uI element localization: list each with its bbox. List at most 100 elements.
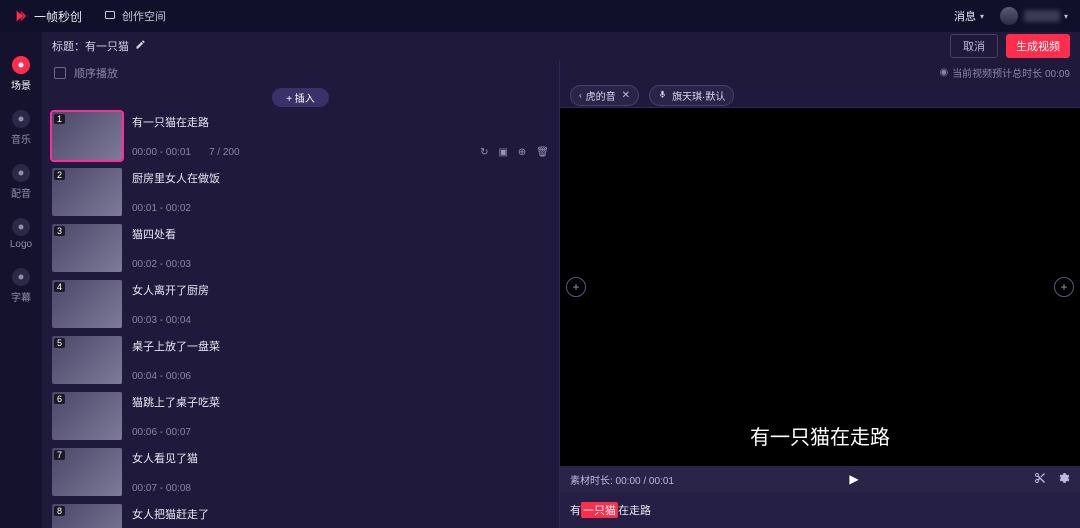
sidebar-item-label: 配音 [11,185,31,200]
app-name: 一帧秒创 [34,8,82,25]
caption-text-highlight: 一只猫 [581,502,618,518]
voice-icon [12,164,30,182]
scene-thumbnail[interactable]: 4 [52,280,122,328]
subtitle-icon [12,268,30,286]
prev-scene-button[interactable]: + [566,277,586,297]
cut-icon[interactable] [1034,472,1046,487]
user-menu[interactable]: ▾ [996,7,1068,25]
title-value: 有一只猫 [85,38,129,54]
scene-thumbnail[interactable]: 8 [52,504,122,528]
caption-text-pre: 有 [570,502,581,518]
sound-chip-label: 虎的音 [586,88,616,103]
scene-thumbnail[interactable]: 3 [52,224,122,272]
edit-title-icon[interactable] [135,39,146,53]
sidebar-item-label: 音乐 [11,131,31,146]
generate-button[interactable]: 生成视频 [1006,34,1070,58]
chevron-left-icon: ‹ [579,91,582,100]
title-prefix: 标题： [52,38,85,54]
scene-thumbnail[interactable]: 7 [52,448,122,496]
workspace-label: 创作空间 [122,8,166,24]
voice-chip-label: 旗天琪·默认 [672,88,725,103]
scene-timerange: 00:03 - 00:04 [132,315,191,326]
caption-editor[interactable]: 有 一只猫 在走路 [560,492,1080,528]
scene-charcount: 7 / 200 [209,147,240,158]
scene-number: 1 [54,114,65,124]
image-icon[interactable]: ▣ [498,147,507,158]
scene-number: 8 [54,506,65,516]
sound-chip[interactable]: ‹ 虎的音 ✕ [570,85,639,106]
player-controls: 素材时长: 00:00 / 00:01 ▶ [560,466,1080,492]
insert-button[interactable]: + 插入 [272,88,329,107]
video-preview[interactable]: + + 有一只猫在走路 [560,108,1080,466]
chip-row: ‹ 虎的音 ✕ 旗天琪·默认 [560,84,1080,108]
workspace-tab[interactable]: 创作空间 [104,8,166,24]
duration-row: ◉ 当前视频预计总时长 00:09 [560,60,1080,84]
scene-timerange: 00:07 - 00:08 [132,483,191,494]
scene-item[interactable]: 5 桌子上放了一盘菜 00:04 - 00:06 [50,334,551,386]
scene-text: 女人离开了厨房 [132,282,549,298]
sequence-label: 顺序播放 [74,65,118,81]
scene-number: 7 [54,450,65,460]
scene-item[interactable]: 7女人看见了猫00:07 - 00:08 [50,446,551,498]
sidebar-item-label: 场景 [11,77,31,92]
scenes-panel: 顺序播放 + 插入 1有一只猫在走路00:00 - 00:017 / 200↻▣… [42,60,560,528]
close-icon[interactable]: ✕ [622,90,630,101]
chevron-down-icon: ▾ [980,12,984,21]
scene-thumbnail[interactable]: 1 [52,112,122,160]
sequence-row: 顺序播放 [42,60,559,86]
cancel-button[interactable]: 取消 [950,34,998,58]
scene-item[interactable]: 1有一只猫在走路00:00 - 00:017 / 200↻▣⊕🗑 [50,110,551,162]
scene-text: 桌子上放了一盘菜 [132,338,549,354]
mic-icon [658,90,667,102]
scene-text: 厨房里女人在做饭 [132,170,549,186]
sidebar-item-voice[interactable]: 配音 [11,164,31,200]
sequence-checkbox[interactable] [54,67,66,79]
scene-number: 2 [54,170,65,180]
scene-item[interactable]: 4 女人离开了厨房 00:03 - 00:04 [50,278,551,330]
scene-thumbnail[interactable]: 6 [52,392,122,440]
scene-timerange: 00:02 - 00:03 [132,259,191,270]
scenes-icon [12,56,30,74]
scene-item[interactable]: 6猫跳上了桌子吃菜00:06 - 00:07 [50,390,551,442]
add-icon[interactable]: ⊕ [518,147,526,158]
scene-number: 6 [54,394,65,404]
sidebar-item-music[interactable]: 音乐 [11,110,31,146]
delete-icon[interactable]: 🗑 [536,147,549,158]
refresh-icon[interactable]: ↻ [480,147,488,158]
sidebar-item-scenes[interactable]: 场景 [11,56,31,92]
menubar: 一帧秒创 创作空间 消息 ▾ ▾ [0,0,1080,32]
scene-thumbnail[interactable]: 5 [52,336,122,384]
sidebar-item-subtitle[interactable]: 字幕 [11,268,31,304]
play-button[interactable]: ▶ [849,472,858,486]
scene-item[interactable]: 2 厨房里女人在做饭 00:01 - 00:02 [50,166,551,218]
scene-item[interactable]: 8 女人把猫赶走了 [50,502,551,528]
sidebar-item-logo[interactable]: Logo [10,218,32,250]
scene-list: 1有一只猫在走路00:00 - 00:017 / 200↻▣⊕🗑2厨房里女人在做… [42,108,559,528]
scene-thumbnail[interactable]: 2 [52,168,122,216]
sidebar-item-label: Logo [10,239,32,250]
workspace-icon [104,9,116,24]
settings-icon[interactable] [1058,472,1070,487]
scene-text: 女人把猫赶走了 [132,506,549,522]
caption-text-post: 在走路 [618,502,651,518]
scene-item[interactable]: 3 猫四处看 00:02 - 00:03 [50,222,551,274]
logo-icon [12,218,30,236]
scene-number: 3 [54,226,65,236]
actionbar: 标题： 有一只猫 取消 生成视频 [42,32,1080,60]
scene-timerange: 00:04 - 00:06 [132,371,191,382]
scene-number: 5 [54,338,65,348]
scene-text: 猫四处看 [132,226,549,242]
scene-text: 有一只猫在走路 [132,114,549,130]
total-duration-label: 当前视频预计总时长 00:09 [952,65,1070,80]
music-icon [12,110,30,128]
username [1024,10,1060,22]
subtitle-overlay: 有一只猫在走路 [560,421,1080,450]
next-scene-button[interactable]: + [1054,277,1074,297]
scene-timerange: 00:01 - 00:02 [132,203,191,214]
logo-icon [12,8,28,24]
preview-panel: ◉ 当前视频预计总时长 00:09 ‹ 虎的音 ✕ 旗天琪·默认 + + 有一只… [560,60,1080,528]
messages-label: 消息 [954,8,976,24]
messages-menu[interactable]: 消息 ▾ [954,8,984,24]
scene-number: 4 [54,282,65,292]
voice-chip[interactable]: 旗天琪·默认 [649,85,734,106]
